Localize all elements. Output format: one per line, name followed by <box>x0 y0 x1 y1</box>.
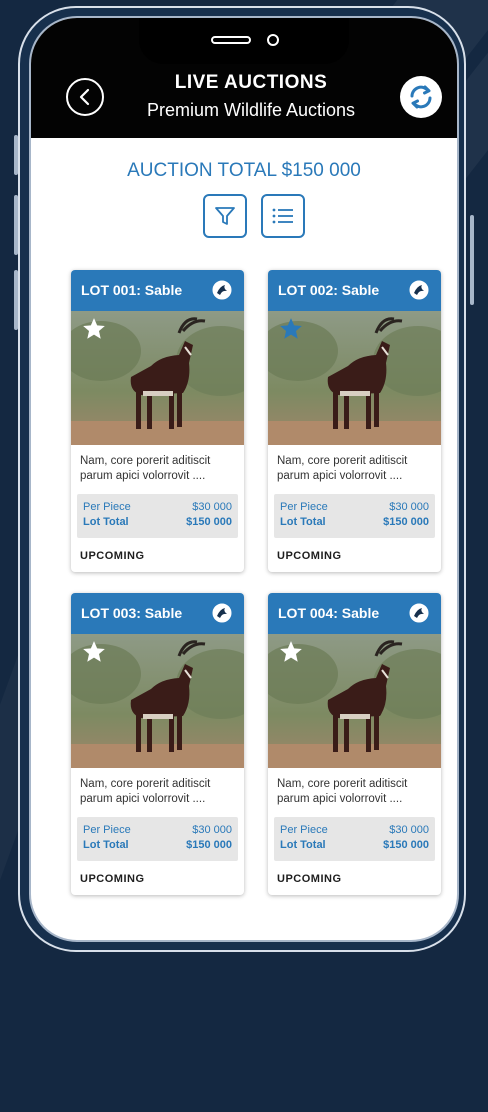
status-badge: UPCOMING <box>80 873 145 885</box>
lot-title: LOT 003: Sable <box>81 605 183 621</box>
lot-total-row: Lot Total $150 000 <box>83 516 232 528</box>
lot-title: LOT 002: Sable <box>278 282 380 298</box>
lot-total-value: $150 000 <box>186 516 232 528</box>
lot-total-row: Lot Total $150 000 <box>280 516 429 528</box>
lot-description: Nam, core porerit aditiscit parum apici … <box>277 778 408 805</box>
lot-card[interactable]: LOT 003: Sable Nam, core porerit aditisc… <box>71 593 244 895</box>
refresh-icon <box>410 85 432 109</box>
phone-side-button <box>14 135 18 175</box>
per-piece-row: Per Piece $30 000 <box>280 824 429 836</box>
lot-total-value: $150 000 <box>186 839 232 851</box>
status-badge: UPCOMING <box>80 550 145 562</box>
per-piece-value: $30 000 <box>192 501 232 513</box>
per-piece-label: Per Piece <box>83 501 131 513</box>
lot-total-value: $150 000 <box>383 516 429 528</box>
lot-card[interactable]: LOT 002: Sable Nam, core porerit aditisc… <box>268 270 441 572</box>
lot-total-value: $150 000 <box>383 839 429 851</box>
app-header: LIVE AUCTIONS Premium Wildlife Auctions <box>31 18 457 138</box>
lot-total-row: Lot Total $150 000 <box>83 839 232 851</box>
page-title: LIVE AUCTIONS <box>174 72 328 93</box>
phone-power-button <box>470 215 474 305</box>
status-badge: UPCOMING <box>277 550 342 562</box>
refresh-button[interactable] <box>400 76 442 118</box>
per-piece-label: Per Piece <box>83 824 131 836</box>
lot-total-row: Lot Total $150 000 <box>280 839 429 851</box>
auction-total: AUCTION TOTAL $150 000 <box>127 160 361 181</box>
per-piece-label: Per Piece <box>280 824 328 836</box>
lot-title: LOT 004: Sable <box>278 605 380 621</box>
phone-notch <box>139 18 349 64</box>
favorite-star-icon[interactable] <box>81 316 107 342</box>
lot-total-label: Lot Total <box>83 516 129 528</box>
speaker-icon <box>211 36 251 44</box>
lot-description: Nam, core porerit aditiscit parum apici … <box>277 455 408 482</box>
camera-icon <box>267 34 279 46</box>
lot-total-label: Lot Total <box>83 839 129 851</box>
per-piece-row: Per Piece $30 000 <box>83 501 232 513</box>
price-box: Per Piece $30 000 Lot Total $150 000 <box>77 494 238 538</box>
wildlife-badge-icon <box>408 602 430 624</box>
lot-card[interactable]: LOT 004: Sable Nam, core porerit aditisc… <box>268 593 441 895</box>
price-box: Per Piece $30 000 Lot Total $150 000 <box>274 817 435 861</box>
per-piece-row: Per Piece $30 000 <box>83 824 232 836</box>
back-button[interactable] <box>66 78 104 116</box>
favorite-star-icon[interactable] <box>81 639 107 665</box>
lot-card-header: LOT 003: Sable <box>71 593 244 634</box>
per-piece-value: $30 000 <box>389 824 429 836</box>
favorite-star-icon[interactable] <box>278 639 304 665</box>
lot-card[interactable]: LOT 001: Sable Nam, core porerit aditisc… <box>71 270 244 572</box>
filter-button[interactable] <box>203 194 247 238</box>
filter-icon <box>215 207 235 225</box>
chevron-left-icon <box>79 88 90 106</box>
list-icon <box>272 208 293 224</box>
phone-screen: LIVE AUCTIONS Premium Wildlife Auctions … <box>29 16 459 942</box>
lot-card-header: LOT 001: Sable <box>71 270 244 311</box>
lot-description: Nam, core porerit aditiscit parum apici … <box>80 455 211 482</box>
phone-volume-button <box>14 270 18 330</box>
wildlife-badge-icon <box>211 279 233 301</box>
page-subtitle: Premium Wildlife Auctions <box>146 100 356 120</box>
lot-card-header: LOT 002: Sable <box>268 270 441 311</box>
wildlife-badge-icon <box>211 602 233 624</box>
favorite-star-icon[interactable] <box>278 316 304 342</box>
status-badge: UPCOMING <box>277 873 342 885</box>
per-piece-row: Per Piece $30 000 <box>280 501 429 513</box>
per-piece-value: $30 000 <box>389 501 429 513</box>
lot-card-header: LOT 004: Sable <box>268 593 441 634</box>
phone-volume-button <box>14 195 18 255</box>
list-view-button[interactable] <box>261 194 305 238</box>
price-box: Per Piece $30 000 Lot Total $150 000 <box>77 817 238 861</box>
lot-total-label: Lot Total <box>280 516 326 528</box>
per-piece-value: $30 000 <box>192 824 232 836</box>
lot-title: LOT 001: Sable <box>81 282 183 298</box>
lot-total-label: Lot Total <box>280 839 326 851</box>
price-box: Per Piece $30 000 Lot Total $150 000 <box>274 494 435 538</box>
per-piece-label: Per Piece <box>280 501 328 513</box>
lot-description: Nam, core porerit aditiscit parum apici … <box>80 778 211 805</box>
wildlife-badge-icon <box>408 279 430 301</box>
